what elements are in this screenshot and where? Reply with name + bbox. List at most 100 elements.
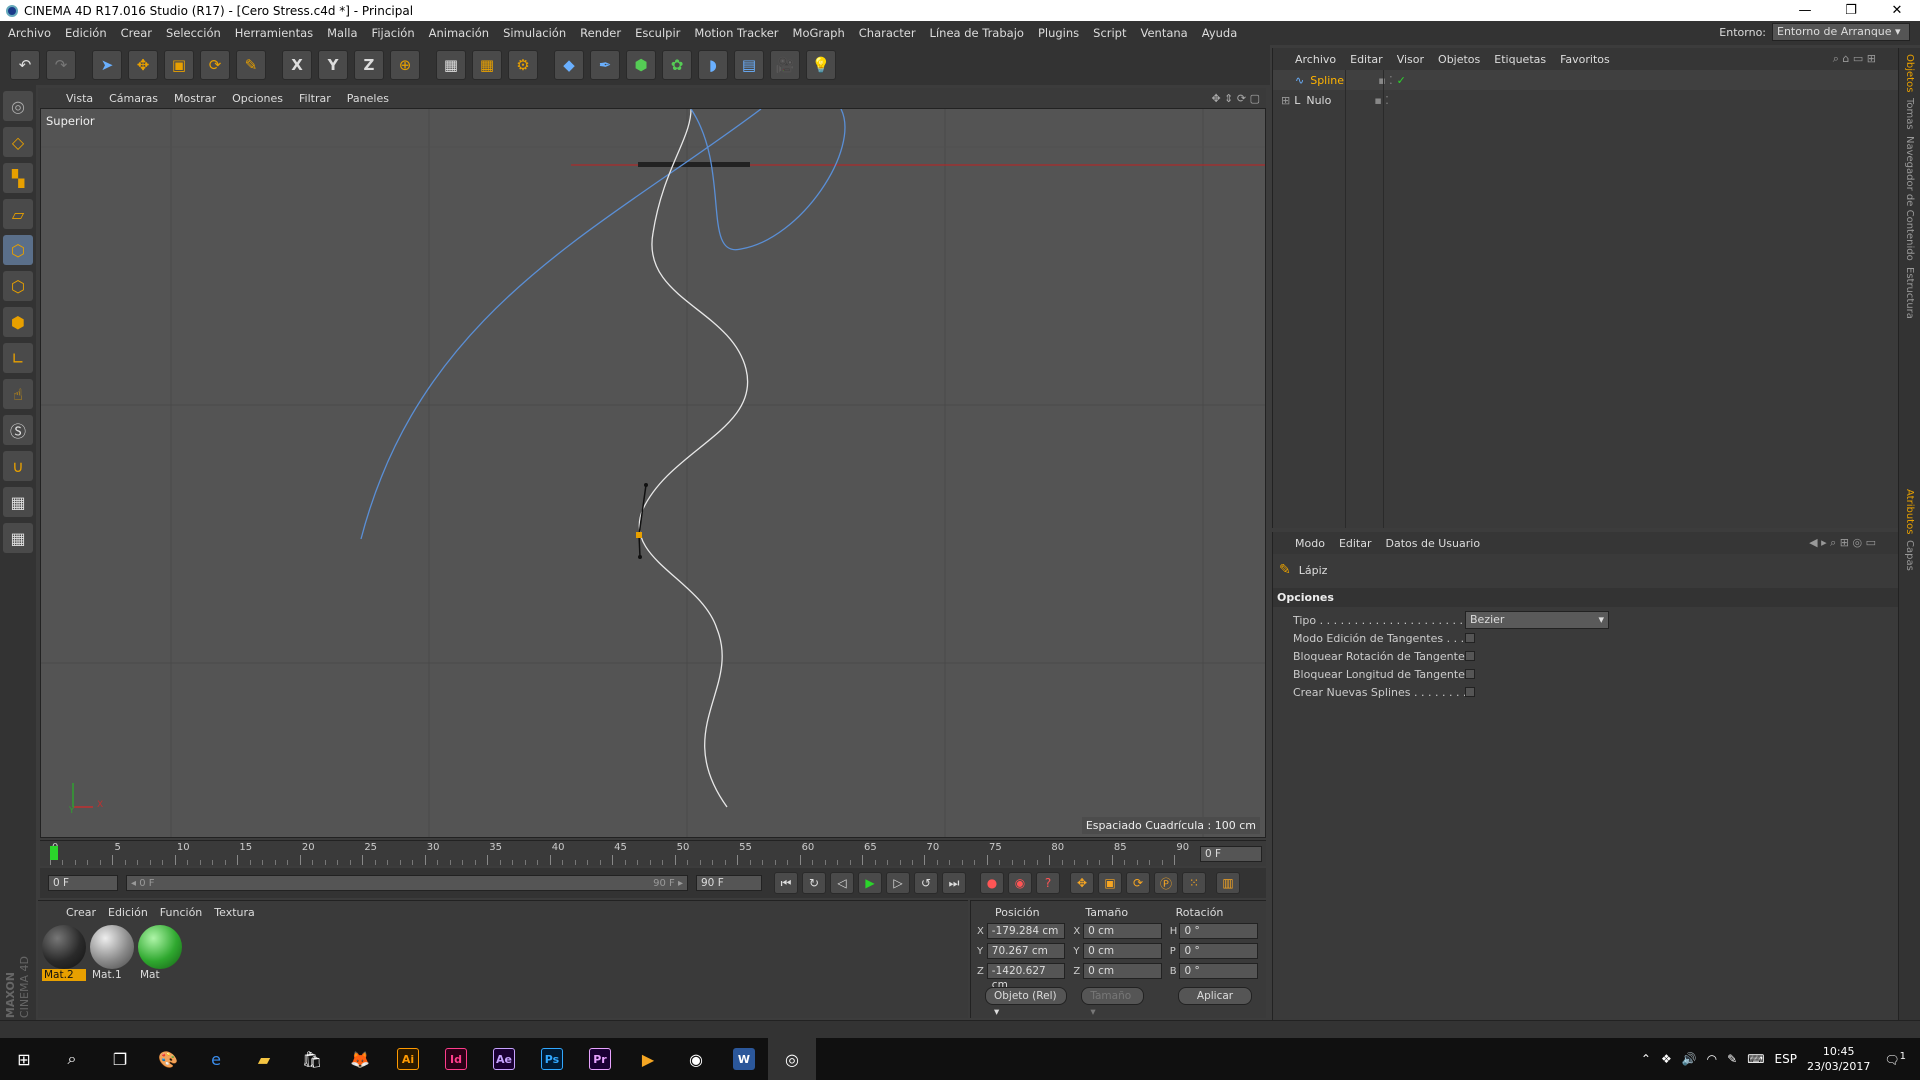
menu-render[interactable]: Render [580,26,621,40]
menu-script[interactable]: Script [1093,26,1126,40]
wifi-icon[interactable]: ◠ [1707,1052,1717,1066]
menu-fijacion[interactable]: Fijación [372,26,415,40]
next-frame-icon[interactable]: ▷ [886,872,910,894]
chrome-icon[interactable]: ◉ [672,1038,720,1080]
file-explorer-icon[interactable]: ▰ [240,1038,288,1080]
viewport-menu-camaras[interactable]: Cámaras [109,92,158,105]
menu-mograph[interactable]: MoGraph [793,26,845,40]
keyboard-icon[interactable]: ⌨ [1747,1052,1764,1066]
size-z-field[interactable]: 0 cm [1083,963,1162,979]
search-icon[interactable]: ⌕ [48,1038,96,1080]
attr-menu-datos-usuario[interactable]: Datos de Usuario [1386,537,1481,550]
key-pla-icon[interactable]: ⁙ [1182,872,1206,894]
key-scale-icon[interactable]: ▣ [1098,872,1122,894]
tab-navegador-contenido[interactable]: Navegador de Contenido [1904,136,1915,261]
lock-tangent-length-checkbox[interactable] [1465,669,1475,679]
menu-character[interactable]: Character [859,26,916,40]
deformer-icon[interactable]: ◗ [698,50,728,80]
premiere-icon[interactable]: Pr [576,1038,624,1080]
options-section-header[interactable]: Opciones [1273,588,1898,607]
material-item[interactable]: Mat.2 [42,925,86,981]
viewport-menu-mostrar[interactable]: Mostrar [174,92,216,105]
position-x-field[interactable]: -179.284 cm [986,923,1066,939]
viewport-menu-filtrar[interactable]: Filtrar [299,92,331,105]
volume-icon[interactable]: 🔊 [1682,1052,1697,1066]
illustrator-icon[interactable]: Ai [384,1038,432,1080]
store-icon[interactable]: 🛍 [288,1038,336,1080]
autokey-icon[interactable]: ◉ [1008,872,1032,894]
close-button[interactable]: ✕ [1874,0,1920,21]
task-view-icon[interactable]: ❐ [96,1038,144,1080]
restore-button[interactable]: ❐ [1828,0,1874,21]
notifications-icon[interactable]: 🗨1 [1884,1051,1906,1067]
tab-tomas[interactable]: Tomas [1904,98,1915,130]
select-arrow-icon[interactable]: ➤ [92,50,122,80]
edges-mode-icon[interactable]: ⬡ [3,271,33,301]
menu-malla[interactable]: Malla [327,26,357,40]
object-row-spline[interactable]: ∿ Spline ▪ ⁚ ✓ [1273,70,1898,90]
environment-dropdown[interactable]: Entorno de Arranque ▾ [1772,23,1910,41]
menu-edicion[interactable]: Edición [65,26,107,40]
material-item[interactable]: Mat.1 [90,925,134,981]
tangent-edit-checkbox[interactable] [1465,633,1475,643]
position-z-field[interactable]: -1420.627 cm [986,963,1066,991]
cube-icon[interactable]: ◆ [554,50,584,80]
menu-seleccion[interactable]: Selección [166,26,221,40]
light-icon[interactable]: 💡 [806,50,836,80]
snap-icon[interactable]: Ⓢ [3,415,33,445]
spline-pen-icon[interactable]: ✒ [590,50,620,80]
after-effects-icon[interactable]: Ae [480,1038,528,1080]
size-x-field[interactable]: 0 cm [1083,923,1162,939]
move-icon[interactable]: ✥ [128,50,158,80]
go-to-end-icon[interactable]: ⏭ [942,872,966,894]
obj-menu-visor[interactable]: Visor [1397,53,1424,66]
model-mode-icon[interactable]: ◇ [3,127,33,157]
position-y-field[interactable]: 70.267 cm [986,943,1066,959]
media-player-icon[interactable]: ▶ [624,1038,672,1080]
tipo-dropdown[interactable]: Bezier ▾ [1465,611,1609,629]
mat-menu-funcion[interactable]: Función [160,906,202,919]
pen-tool-icon[interactable]: ✎ [236,50,266,80]
magnet-icon[interactable]: ∪ [3,451,33,481]
chevron-up-icon[interactable]: ⌃ [1641,1052,1651,1066]
windows-start-icon[interactable]: ⊞ [0,1038,48,1080]
enabled-check-icon[interactable]: ✓ [1397,74,1406,87]
word-icon[interactable]: W [720,1038,768,1080]
world-coords-icon[interactable]: ⊕ [390,50,420,80]
expand-icon[interactable]: ⊞ [1281,94,1290,107]
visibility-toggle-icon[interactable]: ▪ ⁚ [1374,94,1388,107]
key-position-icon[interactable]: ✥ [1070,872,1094,894]
floor-icon[interactable]: ▤ [734,50,764,80]
axis-mode-icon[interactable]: ∟ [3,343,33,373]
lock-tangent-rotation-checkbox[interactable] [1465,651,1475,661]
obj-menu-editar[interactable]: Editar [1350,53,1383,66]
search-icon[interactable]: ⌕ ⌂ ▭ ⊞ [1833,52,1876,66]
z-axis-icon[interactable]: Z [354,50,384,80]
viewport-menu-paneles[interactable]: Paneles [347,92,389,105]
minimize-button[interactable]: — [1782,0,1828,21]
polygons-mode-icon[interactable]: ⬢ [3,307,33,337]
obj-menu-archivo[interactable]: Archivo [1295,53,1336,66]
attr-menu-editar[interactable]: Editar [1339,537,1372,550]
texture-mode-icon[interactable]: ▚ [3,163,33,193]
subdivision-icon[interactable]: ⬢ [626,50,656,80]
mat-menu-edicion[interactable]: Edición [108,906,148,919]
planar-workplane-icon[interactable]: ▦ [3,523,33,553]
timeline-ruler[interactable]: 051015202530354045505560657075808590 0 F [40,840,1266,866]
playhead-marker[interactable] [50,846,58,860]
menu-ayuda[interactable]: Ayuda [1202,26,1238,40]
go-to-start-icon[interactable]: ⏮ [774,872,798,894]
tab-atributos[interactable]: Atributos [1904,489,1915,534]
viewport-menu-vista[interactable]: Vista [66,92,93,105]
menu-crear[interactable]: Crear [121,26,152,40]
size-mode-dropdown[interactable]: Tamaño ▾ [1081,987,1144,1018]
viewport-menu-opciones[interactable]: Opciones [232,92,283,105]
y-axis-icon[interactable]: Y [318,50,348,80]
record-key-icon[interactable]: ● [980,872,1004,894]
menu-plugins[interactable]: Plugins [1038,26,1079,40]
scale-icon[interactable]: ▣ [164,50,194,80]
mat-menu-crear[interactable]: Crear [66,906,96,919]
firefox-icon[interactable]: 🦊 [336,1038,384,1080]
menu-linea-de-trabajo[interactable]: Línea de Trabajo [930,26,1024,40]
render-picture-icon[interactable]: ▦ [472,50,502,80]
